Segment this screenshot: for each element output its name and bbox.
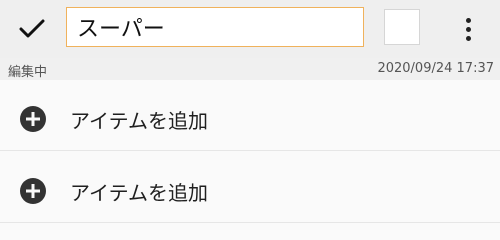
plus-circle-icon xyxy=(20,106,46,132)
add-item-row[interactable]: アイテムを追加 xyxy=(0,88,500,151)
toolbar xyxy=(0,0,500,58)
more-options-button[interactable] xyxy=(454,11,482,47)
add-item-label: アイテムを追加 xyxy=(70,180,208,205)
add-item-label: アイテムを追加 xyxy=(70,108,208,133)
color-swatch[interactable] xyxy=(384,9,420,45)
confirm-button[interactable] xyxy=(14,11,50,47)
edit-status-label: 編集中 xyxy=(8,65,48,80)
title-input[interactable] xyxy=(66,7,364,47)
more-vertical-icon xyxy=(465,17,471,23)
status-bar: 編集中 2020/09/24 17:37 xyxy=(0,58,500,80)
timestamp: 2020/09/24 17:37 xyxy=(377,61,494,76)
plus-circle-icon xyxy=(20,178,46,204)
check-icon xyxy=(19,19,45,38)
add-item-row[interactable]: アイテムを追加 xyxy=(0,160,500,223)
